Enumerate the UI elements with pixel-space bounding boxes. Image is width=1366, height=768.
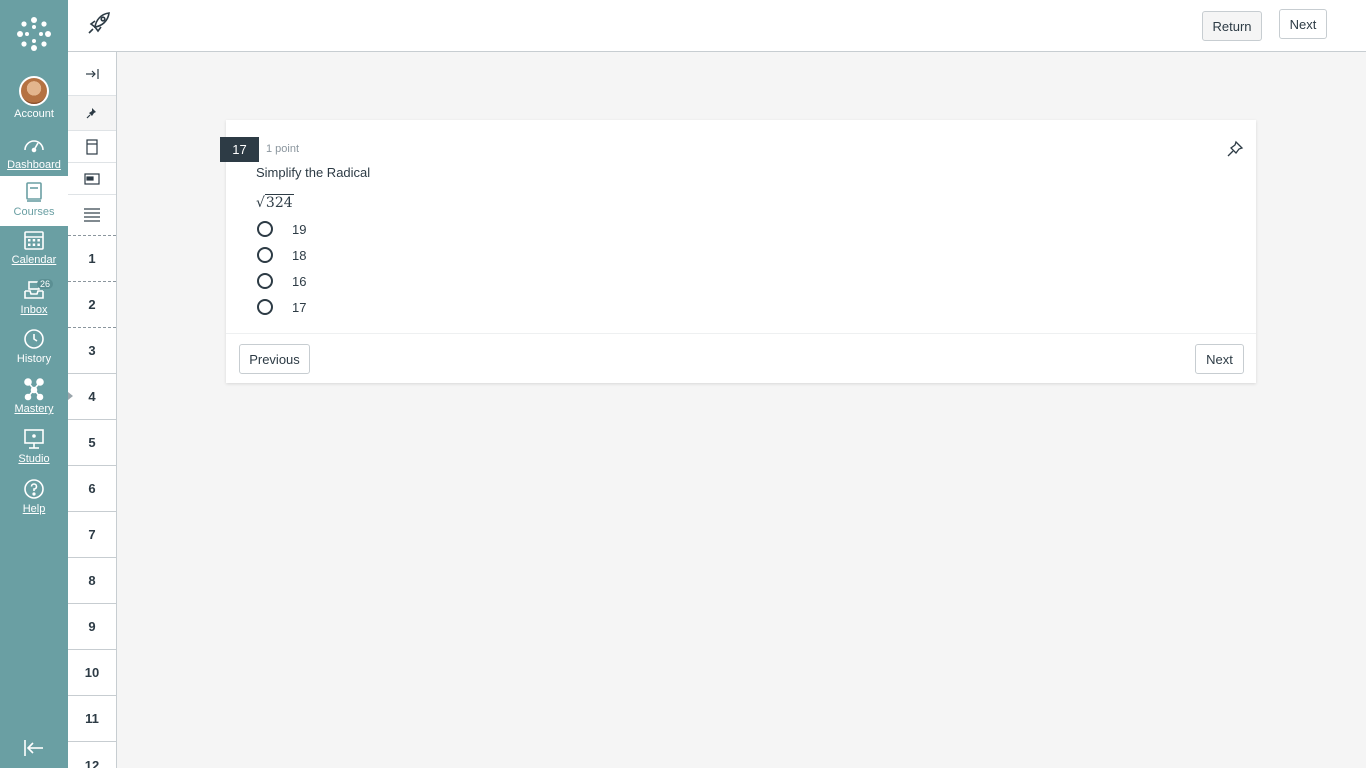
question-nav-item-10[interactable]: 10 bbox=[68, 650, 116, 696]
nav-mastery-label: Mastery bbox=[14, 403, 54, 415]
pin-question-icon[interactable] bbox=[1226, 140, 1244, 158]
mastery-icon bbox=[24, 378, 44, 401]
nav-history[interactable]: History bbox=[0, 327, 68, 377]
answer-option-label: 17 bbox=[292, 299, 307, 315]
question-nav-item-5[interactable]: 5 bbox=[68, 420, 116, 466]
collapse-nav-icon[interactable] bbox=[22, 738, 46, 758]
answer-option-label: 19 bbox=[292, 221, 307, 237]
calendar-icon bbox=[24, 231, 44, 250]
question-card: 17 1 point Simplify the Radical √324 19 … bbox=[220, 120, 1256, 383]
studio-icon bbox=[24, 429, 44, 449]
expand-nav-button[interactable] bbox=[68, 52, 116, 96]
rocket-icon bbox=[88, 12, 110, 34]
expand-icon bbox=[86, 68, 99, 79]
canvas-logo-icon[interactable] bbox=[16, 16, 52, 52]
card-view-button[interactable] bbox=[68, 163, 116, 195]
nav-account-label: Account bbox=[14, 108, 54, 120]
nav-courses-label: Courses bbox=[13, 206, 55, 218]
question-text: Simplify the Radical bbox=[256, 165, 371, 180]
question-nav-item-11[interactable]: 11 bbox=[68, 696, 116, 742]
answer-option[interactable]: 17 bbox=[257, 297, 306, 317]
pin-icon bbox=[86, 108, 96, 119]
next-button-top[interactable]: Next bbox=[1279, 9, 1327, 39]
question-nav-item-2[interactable]: 2 bbox=[68, 282, 116, 328]
nav-history-label: History bbox=[16, 353, 52, 365]
global-nav: Account Dashboard Courses Calendar 26 In… bbox=[0, 0, 68, 768]
question-points: 1 point bbox=[266, 143, 300, 155]
nav-inbox[interactable]: 26 Inbox bbox=[0, 278, 68, 328]
answer-option[interactable]: 18 bbox=[257, 245, 306, 265]
nav-help-label: Help bbox=[22, 503, 46, 515]
nav-inbox-label: Inbox bbox=[20, 304, 48, 316]
radio-button[interactable] bbox=[257, 221, 273, 237]
page-icon bbox=[86, 138, 98, 155]
list-icon bbox=[84, 208, 100, 222]
nav-dashboard-label: Dashboard bbox=[7, 159, 61, 171]
nav-courses[interactable]: Courses bbox=[0, 176, 68, 226]
next-button[interactable]: Next bbox=[1195, 344, 1244, 374]
question-nav-item-6[interactable]: 6 bbox=[68, 466, 116, 512]
question-nav-item-3[interactable]: 3 bbox=[68, 328, 116, 374]
answer-option[interactable]: 16 bbox=[257, 271, 306, 291]
answer-option[interactable]: 19 bbox=[257, 219, 306, 239]
nav-account[interactable]: Account bbox=[0, 76, 68, 126]
radicand: 324 bbox=[264, 194, 294, 211]
question-nav-item-8[interactable]: 8 bbox=[68, 558, 116, 604]
card-icon bbox=[84, 172, 100, 185]
question-nav-item-12[interactable]: 12 bbox=[68, 742, 116, 768]
math-expression: √324 bbox=[256, 194, 294, 211]
courses-icon bbox=[26, 182, 42, 202]
history-icon bbox=[24, 329, 44, 349]
nav-mastery[interactable]: Mastery bbox=[0, 377, 68, 427]
inbox-badge: 26 bbox=[37, 279, 54, 289]
nav-calendar[interactable]: Calendar bbox=[0, 228, 68, 278]
question-nav: 1 2 3 4 5 6 7 8 9 10 11 12 bbox=[68, 52, 117, 768]
nav-calendar-label: Calendar bbox=[11, 254, 57, 266]
nav-studio[interactable]: Studio bbox=[0, 427, 68, 477]
answer-option-label: 18 bbox=[292, 247, 307, 263]
radio-button[interactable] bbox=[257, 273, 273, 289]
question-nav-item-4[interactable]: 4 bbox=[68, 374, 116, 420]
radio-button[interactable] bbox=[257, 299, 273, 315]
page-view-button[interactable] bbox=[68, 131, 116, 163]
question-footer: Previous Next bbox=[226, 333, 1256, 383]
question-nav-item-7[interactable]: 7 bbox=[68, 512, 116, 558]
top-bar: Return Next bbox=[68, 0, 1366, 52]
nav-help[interactable]: Help bbox=[0, 477, 68, 527]
dashboard-icon bbox=[24, 140, 44, 153]
nav-studio-label: Studio bbox=[18, 453, 50, 465]
help-icon bbox=[24, 479, 44, 499]
radio-button[interactable] bbox=[257, 247, 273, 263]
question-number: 17 bbox=[220, 137, 259, 162]
question-nav-item-9[interactable]: 9 bbox=[68, 604, 116, 650]
answer-option-label: 16 bbox=[292, 273, 307, 289]
previous-button[interactable]: Previous bbox=[239, 344, 310, 374]
question-nav-item-1[interactable]: 1 bbox=[68, 236, 116, 282]
pinned-filter-button[interactable] bbox=[68, 96, 116, 131]
avatar bbox=[19, 76, 49, 106]
list-view-button[interactable] bbox=[68, 195, 116, 236]
return-button[interactable]: Return bbox=[1202, 11, 1262, 41]
